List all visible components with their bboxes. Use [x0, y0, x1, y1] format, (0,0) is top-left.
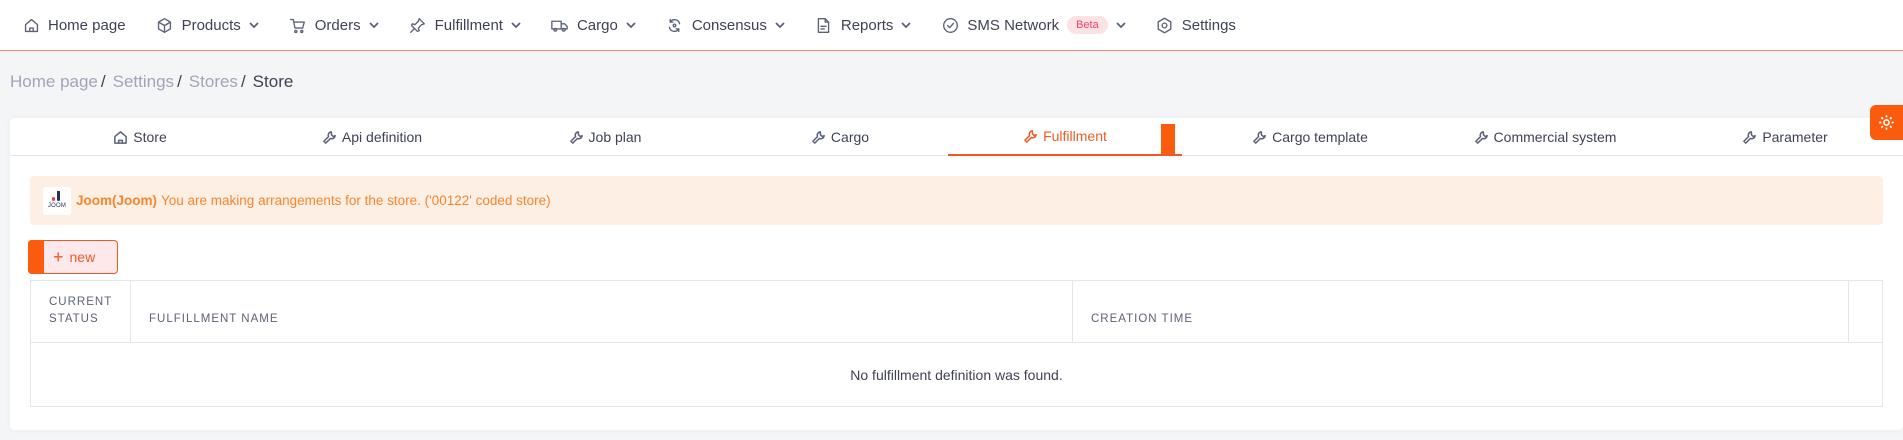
tab-label: Cargo template: [1272, 129, 1368, 145]
column-header-label: CREATION TIME: [1091, 313, 1194, 325]
home-icon: [22, 16, 40, 34]
pin-icon: [409, 16, 427, 34]
home-icon: [113, 130, 128, 145]
nav-item-reports[interactable]: Reports: [815, 0, 912, 51]
store-brand: Joom(Joom): [76, 193, 157, 208]
nav-item-label: Products: [181, 16, 241, 34]
beta-badge: Beta: [1067, 16, 1108, 34]
tab-store[interactable]: Store: [40, 118, 240, 156]
new-button[interactable]: + new: [28, 240, 118, 274]
plus-icon: +: [53, 247, 64, 267]
nav-item-label: Settings: [1181, 16, 1236, 34]
wrench-icon: [811, 130, 826, 145]
nav-item-orders[interactable]: Orders: [289, 0, 379, 51]
empty-state-message: No fulfillment definition was found.: [850, 366, 1063, 383]
gear-icon: [1878, 114, 1895, 131]
tab-fulfillment[interactable]: Fulfillment: [948, 118, 1182, 156]
tab-label: Cargo: [830, 129, 870, 145]
tab-label: Parameter: [1762, 129, 1828, 145]
box-icon: [156, 16, 174, 34]
wrench-icon: [322, 130, 337, 145]
column-header-label: FULFILLMENT NAME: [149, 313, 279, 325]
nav-item-label: Consensus: [691, 16, 767, 34]
breadcrumb-item[interactable]: Stores: [189, 72, 238, 92]
tab-label: Api definition: [341, 129, 423, 145]
nav-item-sms-network[interactable]: SMS Network Beta: [941, 0, 1126, 51]
store-notice: JOOM Joom(Joom) You are making arrangeme…: [30, 176, 1883, 225]
nav-item-cargo[interactable]: Cargo: [551, 0, 636, 51]
chevron-down-icon: [1116, 20, 1126, 30]
tab-api-definition[interactable]: Api definition: [272, 118, 472, 156]
nav-item-label: Fulfillment: [434, 16, 503, 34]
column-header-fulfillment-name[interactable]: FULFILLMENT NAME: [131, 281, 1073, 343]
nav-item-settings[interactable]: Settings: [1156, 0, 1236, 51]
column-header-label: CURRENT STATUS: [49, 296, 113, 325]
tab-highlight-marker: [1161, 124, 1175, 154]
breadcrumb-separator: /: [100, 72, 106, 91]
chevron-down-icon: [901, 20, 912, 30]
nav-item-label: Home page: [48, 16, 126, 34]
chevron-down-icon: [368, 20, 379, 30]
truck-icon: [551, 16, 569, 34]
nav-item-home[interactable]: Home page: [22, 0, 126, 51]
wrench-icon: [1474, 130, 1489, 145]
breadcrumb: Home page / Settings / Stores / Store: [10, 72, 293, 92]
wrench-icon: [1023, 129, 1038, 144]
breadcrumb-separator: /: [240, 72, 246, 91]
chevron-down-icon: [511, 20, 521, 30]
notice-message: You are making arrangements for the stor…: [161, 193, 551, 208]
chevron-down-icon: [249, 20, 259, 30]
breadcrumb-separator: /: [177, 72, 182, 91]
tab-label: Fulfillment: [1043, 128, 1107, 144]
tab-label: Store: [133, 129, 167, 145]
nav-item-label: Cargo: [576, 16, 618, 34]
joom-logo: JOOM: [43, 186, 71, 215]
tab-cargo-template[interactable]: Cargo template: [1210, 118, 1410, 156]
column-header-current-status[interactable]: CURRENT STATUS: [31, 281, 131, 343]
tab-job-plan[interactable]: Job plan: [505, 118, 705, 156]
fulfillment-table: CURRENT STATUS FULFILLMENT NAME CREATION…: [30, 280, 1883, 407]
breadcrumb-item[interactable]: Settings: [113, 72, 174, 92]
settings-toggle-button[interactable]: [1870, 105, 1903, 140]
nav-item-label: SMS Network: [967, 16, 1060, 34]
new-button-label: new: [69, 249, 96, 265]
joom-logo-text: JOOM: [47, 203, 67, 209]
gear-icon: [1156, 16, 1174, 34]
cart-icon: [289, 16, 307, 34]
store-card: Store Api definition Job plan Cargo Fulf…: [10, 118, 1903, 430]
nav-item-products[interactable]: Products: [156, 0, 259, 51]
column-header-creation-time[interactable]: CREATION TIME: [1073, 281, 1849, 343]
store-tabs: Store Api definition Job plan Cargo Fulf…: [10, 118, 1903, 156]
tab-parameter[interactable]: Parameter: [1685, 118, 1885, 156]
nav-item-label: Orders: [314, 16, 361, 34]
breadcrumb-current: Store: [252, 72, 294, 91]
tab-label: Job plan: [588, 129, 642, 145]
tab-cargo[interactable]: Cargo: [740, 118, 940, 156]
nav-item-consensus[interactable]: Consensus: [666, 0, 785, 51]
breadcrumb-item[interactable]: Home page: [10, 72, 98, 92]
top-navigation: Home page Products Orders Fulfillment Ca…: [0, 0, 1903, 51]
column-header-actions: [1849, 281, 1882, 343]
check-circle-icon: [941, 16, 959, 34]
wrench-icon: [1252, 130, 1267, 145]
chevron-down-icon: [775, 20, 785, 30]
new-button-accent: [28, 240, 44, 274]
wrench-icon: [1742, 130, 1757, 145]
nav-item-fulfillment[interactable]: Fulfillment: [409, 0, 521, 51]
table-header: CURRENT STATUS FULFILLMENT NAME CREATION…: [31, 281, 1882, 343]
wrench-icon: [569, 130, 584, 145]
tab-label: Commercial system: [1493, 129, 1617, 145]
joom-logo-mark: [52, 191, 62, 203]
report-icon: [815, 16, 833, 34]
tab-commercial-system[interactable]: Commercial system: [1435, 118, 1655, 156]
chevron-down-icon: [626, 20, 636, 30]
sync-icon: [666, 16, 684, 34]
nav-item-label: Reports: [840, 16, 894, 34]
